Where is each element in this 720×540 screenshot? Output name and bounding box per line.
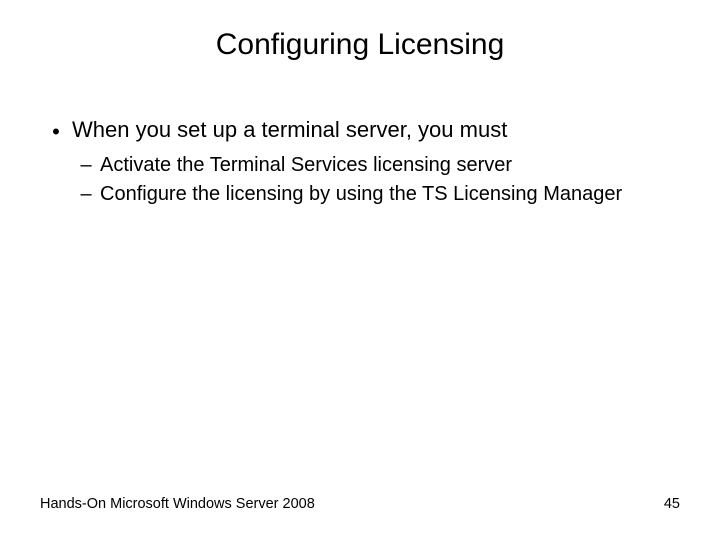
sub-text: Activate the Terminal Services licensing…: [100, 153, 680, 178]
slide: Configuring Licensing • When you set up …: [0, 0, 720, 540]
bullet-marker: •: [40, 117, 72, 145]
slide-title: Configuring Licensing: [40, 28, 680, 62]
footer-left: Hands-On Microsoft Windows Server 2008: [40, 496, 315, 512]
slide-footer: Hands-On Microsoft Windows Server 2008 4…: [40, 496, 680, 512]
slide-content: • When you set up a terminal server, you…: [40, 117, 680, 207]
sub-list: – Activate the Terminal Services licensi…: [40, 153, 680, 207]
bullet-item: • When you set up a terminal server, you…: [40, 117, 680, 145]
bullet-list: • When you set up a terminal server, you…: [40, 117, 680, 145]
sub-marker: –: [72, 153, 100, 178]
sub-item: – Configure the licensing by using the T…: [72, 182, 680, 207]
sub-marker: –: [72, 182, 100, 207]
sub-item: – Activate the Terminal Services licensi…: [72, 153, 680, 178]
page-number: 45: [664, 496, 680, 512]
bullet-text: When you set up a terminal server, you m…: [72, 117, 680, 145]
sub-text: Configure the licensing by using the TS …: [100, 182, 680, 207]
